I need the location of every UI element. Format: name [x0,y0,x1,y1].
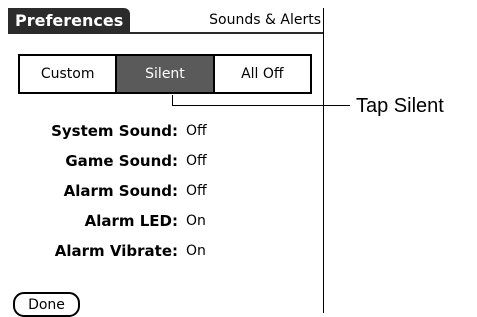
setting-alarm-sound: Alarm Sound: Off [8,180,323,202]
setting-value: On [186,213,206,229]
setting-label: Game Sound: [65,152,178,170]
setting-value: On [186,243,206,259]
category-menu[interactable]: Sounds & Alerts [209,11,321,29]
setting-value: Off [186,183,207,199]
setting-label: Alarm Vibrate: [54,242,178,260]
app-title: Preferences [8,8,131,34]
setting-label: Alarm LED: [84,212,178,230]
setting-label: System Sound: [51,122,178,140]
callout-leader-vertical [172,95,173,105]
setting-game-sound: Game Sound: Off [8,150,323,172]
setting-value: Off [186,123,207,139]
setting-alarm-led: Alarm LED: On [8,210,323,232]
preferences-screen: Preferences Sounds & Alerts Custom Silen… [8,8,324,317]
sound-profile-selector: Custom Silent All Off [18,54,312,94]
callout-leader-horizontal [172,105,350,106]
done-button[interactable]: Done [13,292,80,317]
profile-all-off-button[interactable]: All Off [215,56,310,92]
setting-label: Alarm Sound: [63,182,178,200]
profile-silent-button[interactable]: Silent [117,56,215,92]
setting-value: Off [186,153,207,169]
callout-label: Tap Silent [356,95,444,117]
title-bar: Preferences Sounds & Alerts [8,8,323,34]
setting-alarm-vibrate: Alarm Vibrate: On [8,240,323,262]
setting-system-sound: System Sound: Off [8,120,323,142]
profile-custom-button[interactable]: Custom [20,56,118,92]
title-divider [8,32,323,34]
